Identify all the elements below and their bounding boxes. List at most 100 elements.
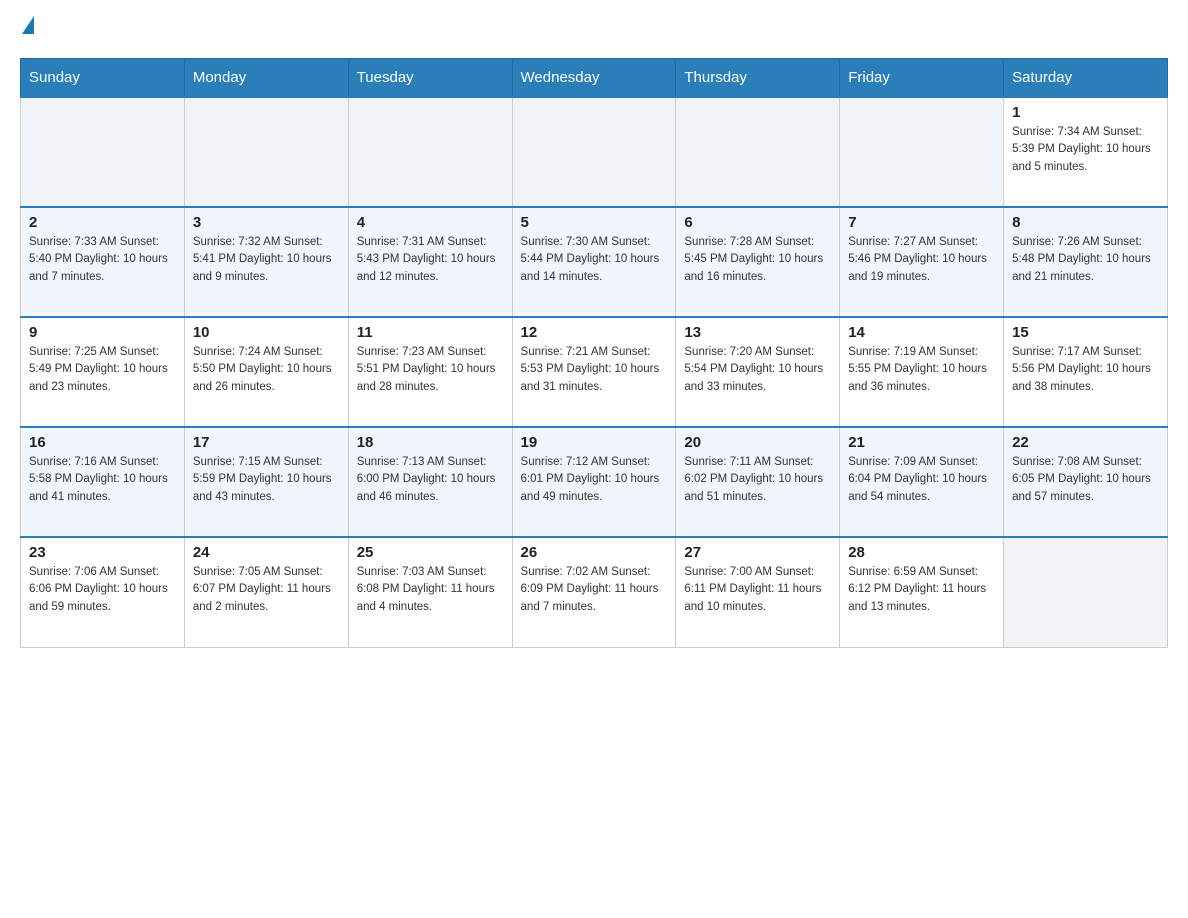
calendar-cell: 10 Sunrise: 7:24 AM Sunset: 5:50 PM Dayli… [184, 317, 348, 427]
day-number: 5 [521, 214, 668, 231]
day-info: Sunrise: 7:31 AM Sunset: 5:43 PM Dayligh… [357, 234, 504, 286]
calendar-cell: 6 Sunrise: 7:28 AM Sunset: 5:45 PM Daylig… [676, 207, 840, 317]
calendar-header-monday: Monday [184, 59, 348, 98]
calendar-week-row: 23 Sunrise: 7:06 AM Sunset: 6:06 PM Dayli… [21, 537, 1168, 647]
day-number: 12 [521, 324, 668, 341]
day-info: Sunrise: 7:21 AM Sunset: 5:53 PM Dayligh… [521, 344, 668, 396]
day-number: 19 [521, 434, 668, 451]
calendar-cell: 3 Sunrise: 7:32 AM Sunset: 5:41 PM Daylig… [184, 207, 348, 317]
calendar-cell: 21 Sunrise: 7:09 AM Sunset: 6:04 PM Dayli… [840, 427, 1004, 537]
day-number: 16 [29, 434, 176, 451]
calendar-header-saturday: Saturday [1004, 59, 1168, 98]
calendar-cell: 1 Sunrise: 7:34 AM Sunset: 5:39 PM Daylig… [1004, 97, 1168, 207]
calendar-cell: 27 Sunrise: 7:00 AM Sunset: 6:11 PM Dayli… [676, 537, 840, 647]
calendar-cell: 7 Sunrise: 7:27 AM Sunset: 5:46 PM Daylig… [840, 207, 1004, 317]
day-number: 23 [29, 544, 176, 561]
calendar-cell: 26Sunrise: 7:02 AM Sunset: 6:09 PM Dayli… [512, 537, 676, 647]
calendar-cell [676, 97, 840, 207]
calendar-cell [21, 97, 185, 207]
calendar-cell: 22Sunrise: 7:08 AM Sunset: 6:05 PM Dayli… [1004, 427, 1168, 537]
day-info: Sunrise: 7:30 AM Sunset: 5:44 PM Dayligh… [521, 234, 668, 286]
calendar-cell: 16Sunrise: 7:16 AM Sunset: 5:58 PM Dayli… [21, 427, 185, 537]
calendar-cell: 9 Sunrise: 7:25 AM Sunset: 5:49 PM Daylig… [21, 317, 185, 427]
logo [20, 20, 34, 38]
day-info: Sunrise: 7:15 AM Sunset: 5:59 PM Dayligh… [193, 454, 340, 506]
calendar-cell: 18 Sunrise: 7:13 AM Sunset: 6:00 PM Dayli… [348, 427, 512, 537]
day-number: 13 [684, 324, 831, 341]
day-info: Sunrise: 7:28 AM Sunset: 5:45 PM Dayligh… [684, 234, 831, 286]
calendar-cell: 13 Sunrise: 7:20 AM Sunset: 5:54 PM Dayli… [676, 317, 840, 427]
day-number: 9 [29, 324, 176, 341]
page-header [20, 20, 1168, 38]
day-info: Sunrise: 7:03 AM Sunset: 6:08 PM Dayligh… [357, 564, 504, 616]
calendar-header-tuesday: Tuesday [348, 59, 512, 98]
calendar-week-row: 1 Sunrise: 7:34 AM Sunset: 5:39 PM Daylig… [21, 97, 1168, 207]
day-number: 15 [1012, 324, 1159, 341]
calendar-cell: 19 Sunrise: 7:12 AM Sunset: 6:01 PM Dayli… [512, 427, 676, 537]
calendar-cell [1004, 537, 1168, 647]
calendar-cell: 15 Sunrise: 7:17 AM Sunset: 5:56 PM Dayli… [1004, 317, 1168, 427]
day-number: 2 [29, 214, 176, 231]
day-info: Sunrise: 7:06 AM Sunset: 6:06 PM Dayligh… [29, 564, 176, 616]
calendar-header-thursday: Thursday [676, 59, 840, 98]
day-info: Sunrise: 7:12 AM Sunset: 6:01 PM Dayligh… [521, 454, 668, 506]
day-info: Sunrise: 7:13 AM Sunset: 6:00 PM Dayligh… [357, 454, 504, 506]
calendar-cell: 4 Sunrise: 7:31 AM Sunset: 5:43 PM Daylig… [348, 207, 512, 317]
calendar-cell: 2 Sunrise: 7:33 AM Sunset: 5:40 PM Daylig… [21, 207, 185, 317]
day-number: 3 [193, 214, 340, 231]
day-info: Sunrise: 7:23 AM Sunset: 5:51 PM Dayligh… [357, 344, 504, 396]
day-info: Sunrise: 7:17 AM Sunset: 5:56 PM Dayligh… [1012, 344, 1159, 396]
day-info: Sunrise: 7:05 AM Sunset: 6:07 PM Dayligh… [193, 564, 340, 616]
day-number: 6 [684, 214, 831, 231]
calendar-cell: 17 Sunrise: 7:15 AM Sunset: 5:59 PM Dayli… [184, 427, 348, 537]
day-number: 18 [357, 434, 504, 451]
calendar-week-row: 2 Sunrise: 7:33 AM Sunset: 5:40 PM Daylig… [21, 207, 1168, 317]
day-number: 21 [848, 434, 995, 451]
calendar-header-wednesday: Wednesday [512, 59, 676, 98]
day-info: Sunrise: 7:33 AM Sunset: 5:40 PM Dayligh… [29, 234, 176, 286]
calendar-header-sunday: Sunday [21, 59, 185, 98]
day-number: 27 [684, 544, 831, 561]
logo-triangle-icon [22, 16, 34, 34]
day-number: 17 [193, 434, 340, 451]
day-number: 26 [521, 544, 668, 561]
day-info: Sunrise: 7:19 AM Sunset: 5:55 PM Dayligh… [848, 344, 995, 396]
day-info: Sunrise: 7:20 AM Sunset: 5:54 PM Dayligh… [684, 344, 831, 396]
day-number: 1 [1012, 104, 1159, 121]
day-number: 10 [193, 324, 340, 341]
day-info: Sunrise: 7:26 AM Sunset: 5:48 PM Dayligh… [1012, 234, 1159, 286]
calendar-cell: 14 Sunrise: 7:19 AM Sunset: 5:55 PM Dayli… [840, 317, 1004, 427]
calendar-cell [184, 97, 348, 207]
day-number: 11 [357, 324, 504, 341]
day-info: Sunrise: 7:24 AM Sunset: 5:50 PM Dayligh… [193, 344, 340, 396]
day-info: Sunrise: 7:08 AM Sunset: 6:05 PM Dayligh… [1012, 454, 1159, 506]
day-info: Sunrise: 7:27 AM Sunset: 5:46 PM Dayligh… [848, 234, 995, 286]
calendar-table: SundayMondayTuesdayWednesdayThursdayFrid… [20, 58, 1168, 648]
calendar-header-row: SundayMondayTuesdayWednesdayThursdayFrid… [21, 59, 1168, 98]
day-number: 4 [357, 214, 504, 231]
calendar-cell: 11 Sunrise: 7:23 AM Sunset: 5:51 PM Dayli… [348, 317, 512, 427]
day-info: Sunrise: 7:11 AM Sunset: 6:02 PM Dayligh… [684, 454, 831, 506]
day-info: Sunrise: 7:09 AM Sunset: 6:04 PM Dayligh… [848, 454, 995, 506]
calendar-cell [512, 97, 676, 207]
calendar-cell [840, 97, 1004, 207]
day-number: 8 [1012, 214, 1159, 231]
day-info: Sunrise: 7:34 AM Sunset: 5:39 PM Dayligh… [1012, 124, 1159, 176]
day-number: 24 [193, 544, 340, 561]
day-info: Sunrise: 6:59 AM Sunset: 6:12 PM Dayligh… [848, 564, 995, 616]
day-number: 7 [848, 214, 995, 231]
calendar-cell [348, 97, 512, 207]
calendar-cell: 24 Sunrise: 7:05 AM Sunset: 6:07 PM Dayli… [184, 537, 348, 647]
day-info: Sunrise: 7:32 AM Sunset: 5:41 PM Dayligh… [193, 234, 340, 286]
day-info: Sunrise: 7:00 AM Sunset: 6:11 PM Dayligh… [684, 564, 831, 616]
day-info: Sunrise: 7:25 AM Sunset: 5:49 PM Dayligh… [29, 344, 176, 396]
day-number: 14 [848, 324, 995, 341]
day-number: 25 [357, 544, 504, 561]
calendar-cell: 28 Sunrise: 6:59 AM Sunset: 6:12 PM Dayli… [840, 537, 1004, 647]
calendar-cell: 8 Sunrise: 7:26 AM Sunset: 5:48 PM Daylig… [1004, 207, 1168, 317]
calendar-cell: 23 Sunrise: 7:06 AM Sunset: 6:06 PM Dayli… [21, 537, 185, 647]
day-number: 20 [684, 434, 831, 451]
calendar-cell: 25 Sunrise: 7:03 AM Sunset: 6:08 PM Dayli… [348, 537, 512, 647]
day-number: 28 [848, 544, 995, 561]
calendar-week-row: 9 Sunrise: 7:25 AM Sunset: 5:49 PM Daylig… [21, 317, 1168, 427]
